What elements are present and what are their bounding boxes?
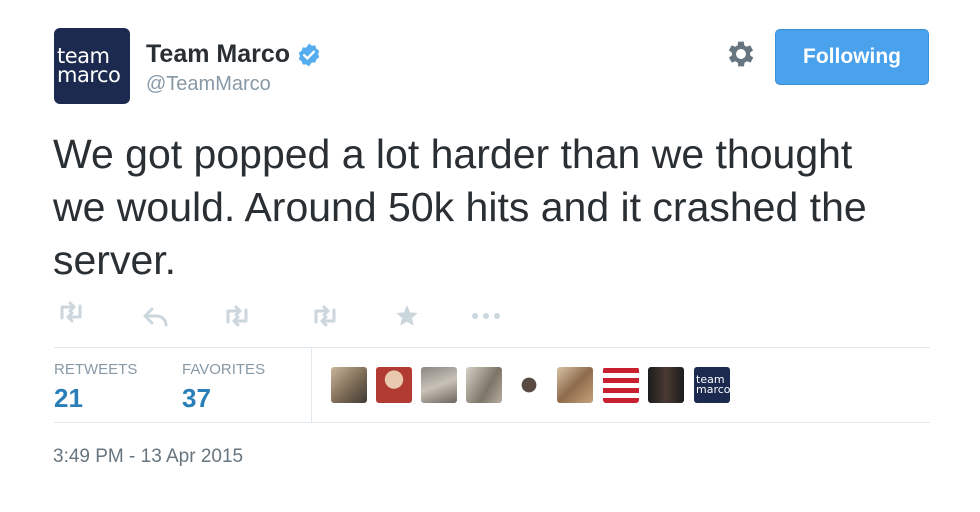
stats-top-divider <box>54 347 930 348</box>
tweet-text: We got popped a lot harder than we thoug… <box>53 128 953 287</box>
retweet-icon[interactable] <box>220 304 254 328</box>
retweet-icon[interactable] <box>54 300 88 324</box>
favoriter-avatar[interactable] <box>557 367 593 403</box>
name-row: Team Marco <box>146 40 322 69</box>
user-handle[interactable]: @TeamMarco <box>146 73 271 96</box>
retweet-icon[interactable] <box>308 304 342 328</box>
favoriter-avatar[interactable] <box>603 367 639 403</box>
favoriter-avatar[interactable] <box>376 367 412 403</box>
favorites-count[interactable]: 37 <box>182 383 211 414</box>
favoriter-avatar[interactable] <box>466 367 502 403</box>
following-button[interactable]: Following <box>775 29 929 85</box>
reply-icon[interactable] <box>142 306 170 328</box>
profile-avatar[interactable]: team marco <box>54 28 130 104</box>
tweet-line-1: We got popped a lot harder than we thoug… <box>53 131 853 177</box>
favoriter-avatar[interactable] <box>648 367 684 403</box>
favoriter-avatar[interactable] <box>421 367 457 403</box>
tweet-line-3: server. <box>53 237 177 283</box>
tweet-line-2: we would. Around 50k hits and it crashed… <box>53 184 867 230</box>
favoriter-avatar-team-marco[interactable]: team marco <box>694 367 730 403</box>
favorite-star-icon[interactable] <box>394 303 420 329</box>
avatar-text-line2: marco <box>57 63 121 87</box>
verified-badge-icon <box>298 43 320 66</box>
retweets-label[interactable]: RETWEETS <box>54 361 137 378</box>
retweets-count[interactable]: 21 <box>54 383 83 414</box>
gear-icon[interactable] <box>724 37 758 71</box>
favoriter-avatar[interactable] <box>331 367 367 403</box>
favoriter-avatar[interactable] <box>511 367 547 403</box>
favorites-label[interactable]: FAVORITES <box>182 361 265 378</box>
display-name[interactable]: Team Marco <box>146 40 290 69</box>
tweet-timestamp[interactable]: 3:49 PM - 13 Apr 2015 <box>53 446 243 468</box>
favoriter-avatar-text-line2: marco <box>696 383 730 396</box>
more-options-icon[interactable] <box>470 310 502 322</box>
stats-vertical-divider <box>311 348 312 422</box>
stats-bottom-divider <box>54 422 930 423</box>
